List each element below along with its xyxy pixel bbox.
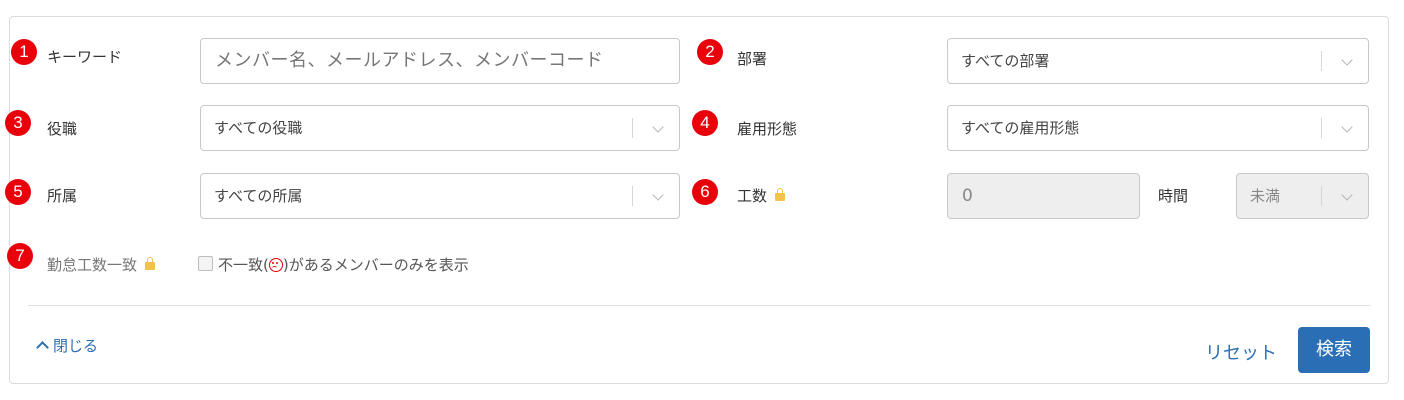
select-separator <box>632 186 633 206</box>
department-select[interactable]: すべての部署 <box>947 38 1369 84</box>
employment-type-label: 雇用形態 <box>737 120 798 138</box>
department-label: 部署 <box>737 50 768 68</box>
mismatch-only-checkbox[interactable] <box>198 256 213 271</box>
select-separator <box>1321 186 1322 206</box>
badge-5: 5 <box>5 179 31 205</box>
reset-button[interactable]: リセット <box>1205 339 1277 365</box>
position-selected-value: すべての役職 <box>214 119 303 137</box>
position-label: 役職 <box>47 120 78 138</box>
badge-3: 3 <box>5 110 31 136</box>
attendance-match-label-text: 勤怠工数一致 <box>47 256 138 274</box>
man-hours-input[interactable]: 0 <box>947 173 1140 219</box>
mismatch-label-suffix: )があるメンバーのみを表示 <box>282 256 469 274</box>
lock-icon <box>145 257 156 270</box>
chevron-down-icon <box>1341 54 1353 66</box>
employment-type-select[interactable]: すべての雇用形態 <box>947 105 1369 151</box>
keyword-input[interactable]: メンバー名、メールアドレス、メンバーコード <box>200 38 680 84</box>
chevron-up-icon <box>36 341 49 354</box>
affiliation-selected-value: すべての所属 <box>214 187 303 205</box>
mismatch-label-prefix: 不一致( <box>218 256 269 274</box>
lock-icon <box>775 188 786 201</box>
footer-divider <box>28 305 1370 306</box>
badge-1: 1 <box>11 39 37 65</box>
affiliation-label: 所属 <box>47 187 78 205</box>
badge-4: 4 <box>692 110 718 136</box>
man-hours-comparison-select[interactable]: 未満 <box>1236 173 1369 219</box>
select-separator <box>1321 51 1322 71</box>
close-label: 閉じる <box>53 337 99 355</box>
select-separator <box>1321 118 1322 138</box>
man-hours-label: 工数 <box>737 185 786 206</box>
position-select[interactable]: すべての役職 <box>200 105 680 151</box>
badge-6: 6 <box>692 179 718 205</box>
man-hours-unit: 時間 <box>1158 187 1189 205</box>
employment-type-selected-value: すべての雇用形態 <box>961 119 1080 137</box>
badge-2: 2 <box>697 39 723 65</box>
close-filters-link[interactable]: 閉じる <box>36 335 99 356</box>
keyword-label: キーワード <box>47 48 123 66</box>
chevron-down-icon <box>652 121 664 133</box>
comparison-selected-value: 未満 <box>1250 187 1281 205</box>
attendance-match-label: 勤怠工数一致 <box>47 254 156 275</box>
select-separator <box>632 118 633 138</box>
affiliation-select[interactable]: すべての所属 <box>200 173 680 219</box>
chevron-down-icon <box>1341 189 1353 201</box>
search-button[interactable]: 検索 <box>1298 327 1370 373</box>
mismatch-only-label[interactable]: 不一致( )があるメンバーのみを表示 <box>218 254 469 275</box>
chevron-down-icon <box>652 189 664 201</box>
badge-7: 7 <box>7 243 33 269</box>
department-selected-value: すべての部署 <box>961 52 1050 70</box>
man-hours-label-text: 工数 <box>737 187 768 205</box>
chevron-down-icon <box>1341 121 1353 133</box>
frown-icon <box>268 258 283 272</box>
